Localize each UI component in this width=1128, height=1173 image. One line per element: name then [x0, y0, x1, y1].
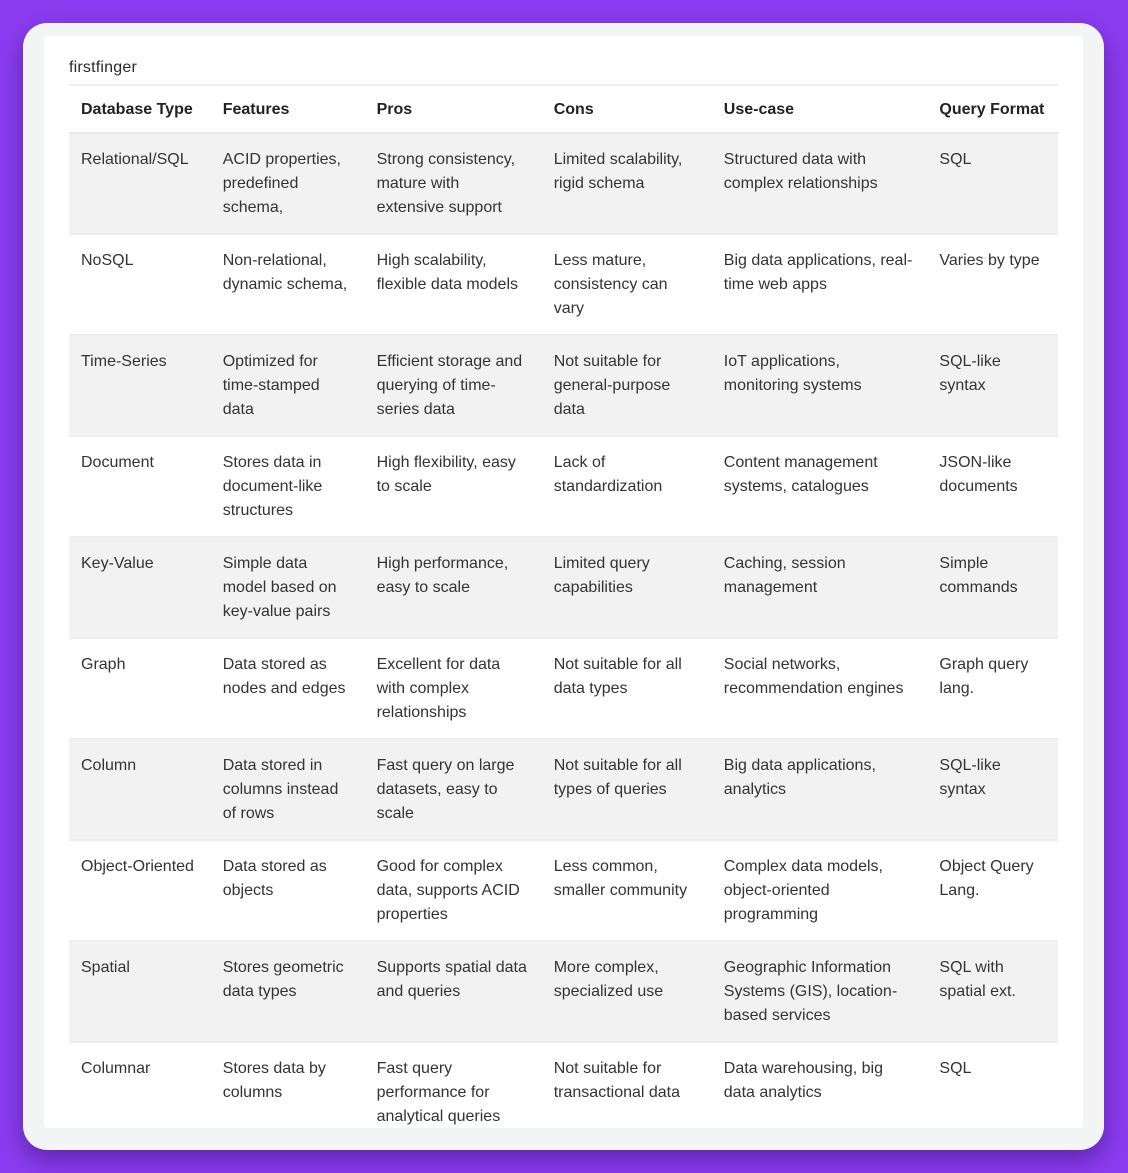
cell-database-type: Document [69, 436, 211, 538]
header-query-format: Query Format [927, 85, 1058, 134]
cell-cons: Limited query capabilities [541, 537, 712, 639]
cell-pros: High performance, easy to scale [364, 537, 542, 639]
cell-use-case: Social networks, recommendation engines [711, 638, 928, 740]
cell-query-format: JSON-like documents [927, 436, 1058, 538]
cell-database-type: Time-Series [69, 335, 211, 437]
table-row: Column Data stored in columns instead of … [69, 739, 1058, 841]
header-pros: Pros [364, 85, 542, 134]
cell-features: Simple data model based on key-value pai… [210, 537, 365, 639]
cell-features: Optimized for time-stamped data [210, 335, 365, 437]
table-row: Relational/SQL ACID properties, predefine… [69, 133, 1058, 235]
cell-database-type: NoSQL [69, 234, 211, 336]
table-row: Key-Value Simple data model based on key-… [69, 537, 1058, 639]
cell-pros: High flexibility, easy to scale [364, 436, 542, 538]
cell-cons: Not suitable for transactional data [553, 1060, 681, 1101]
content-panel: firstfinger Database Type Features Pros … [44, 36, 1083, 1128]
cell-features: ACID properties, predefined schema, [210, 133, 365, 235]
cell-cons: Less common, smaller community [541, 840, 712, 942]
cell-cons: Lack of standardization [541, 436, 712, 538]
cell-use-case: IoT applications, monitoring systems [711, 335, 928, 437]
header-use-case: Use-case [711, 85, 928, 134]
cell-use-case: Complex data models, object-oriented pro… [711, 840, 928, 942]
table-row: Time-Series Optimized for time-stamped da… [69, 335, 1058, 437]
cell-cons: Not suitable for all data types [541, 638, 712, 740]
table-row: Spatial Stores geometric data types Suppor… [69, 941, 1058, 1043]
table-row: Document Stores data in document-like str… [69, 436, 1058, 538]
database-comparison-table: Database Type Features Pros Cons Use-cas… [69, 84, 1058, 1142]
cell-pros: Excellent for data with complex relation… [364, 638, 542, 740]
cell-cons: Limited scalability, rigid schema [541, 133, 712, 235]
table-row: Object-Oriented Data stored as objects Goo… [69, 840, 1058, 942]
header-features: Features [210, 85, 365, 134]
cell-pros: Fast query performance for analytical qu… [376, 1060, 501, 1125]
header-cons: Cons [541, 85, 712, 134]
cell-cons: Not suitable for general-purpose data [541, 335, 712, 437]
page-title: firstfinger [69, 59, 137, 76]
cell-query-format: SQL [927, 133, 1058, 235]
cell-pros: Fast query on large datasets, easy to sc… [364, 739, 542, 841]
cell-pros: Good for complex data, supports ACID pro… [364, 840, 542, 942]
header-database-type: Database Type [69, 85, 211, 134]
cell-query-format: Varies by type [927, 234, 1058, 336]
cell-features: Data stored as objects [210, 840, 365, 942]
table-row: Columnar Stores data by columns Fast query… [69, 1042, 1058, 1142]
cell-features: Stores geometric data types [210, 941, 365, 1043]
cell-use-case: Big data applications, analytics [711, 739, 928, 841]
cell-database-type: Relational/SQL [69, 133, 211, 235]
cell-query-format: Object Query Lang. [927, 840, 1058, 942]
cell-use-case: Geographic Information Systems (GIS), lo… [711, 941, 928, 1043]
cell-cons: More complex, specialized use [541, 941, 712, 1043]
table-row: Graph Data stored as nodes and edges Excel… [69, 638, 1058, 740]
cell-use-case: Content management systems, catalogues [711, 436, 928, 538]
cell-pros: Strong consistency, mature with extensiv… [364, 133, 542, 235]
cell-features: Non-relational, dynamic schema, [210, 234, 365, 336]
cell-use-case: Data warehousing, big data analytics [723, 1060, 883, 1101]
cell-query-format: Graph query lang. [927, 638, 1058, 740]
cell-cons: Less mature, consistency can vary [541, 234, 712, 336]
cell-query-format: SQL with spatial ext. [927, 941, 1058, 1043]
cell-query-format: SQL-like syntax [927, 335, 1058, 437]
cell-database-type: Graph [69, 638, 211, 740]
cell-database-type: Columnar [81, 1060, 151, 1077]
table-row: NoSQL Non-relational, dynamic schema, High… [69, 234, 1058, 336]
cell-database-type: Column [69, 739, 211, 841]
cell-use-case: Caching, session management [711, 537, 928, 639]
cell-query-format: SQL [939, 1060, 972, 1077]
cell-cons: Not suitable for all types of queries [541, 739, 712, 841]
cell-pros: Supports spatial data and queries [364, 941, 542, 1043]
cell-features: Data stored in columns instead of rows [210, 739, 365, 841]
cell-database-type: Spatial [69, 941, 211, 1043]
cell-use-case: Big data applications, real-time web app… [711, 234, 928, 336]
cell-pros: High scalability, flexible data models [364, 234, 542, 336]
cell-query-format: Simple commands [927, 537, 1058, 639]
cell-query-format: SQL-like syntax [927, 739, 1058, 841]
cell-use-case: Structured data with complex relationshi… [711, 133, 928, 235]
cell-features: Stores data by columns [222, 1060, 326, 1101]
table-header-row: Database Type Features Pros Cons Use-cas… [69, 85, 1058, 134]
cell-database-type: Key-Value [69, 537, 211, 639]
cell-database-type: Object-Oriented [69, 840, 211, 942]
cell-pros: Efficient storage and querying of time-s… [364, 335, 542, 437]
window-frame: firstfinger Database Type Features Pros … [23, 23, 1104, 1150]
cell-features: Data stored as nodes and edges [210, 638, 365, 740]
cell-features: Stores data in document-like structures [210, 436, 365, 538]
